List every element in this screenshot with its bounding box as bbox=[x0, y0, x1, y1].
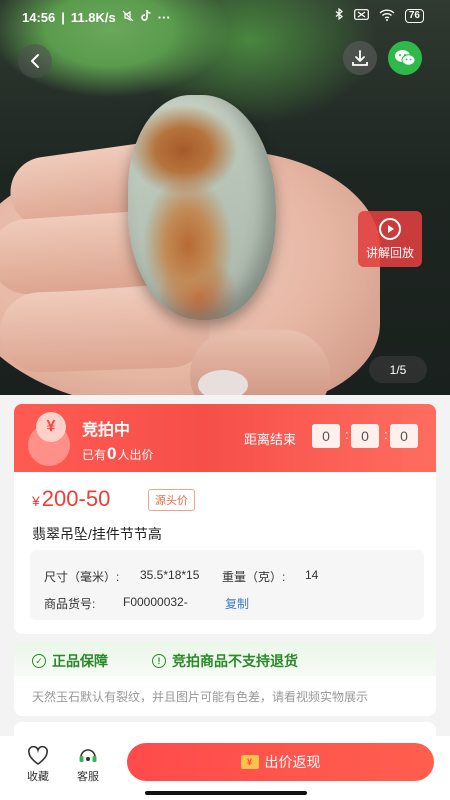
replay-icon bbox=[379, 218, 401, 240]
spec-panel: 尺寸（毫米）: 35.5*18*15 重量（克）: 14 商品货号: F0000… bbox=[30, 550, 424, 620]
countdown-minutes: 0 bbox=[351, 424, 379, 448]
download-button[interactable] bbox=[343, 41, 377, 75]
authentic-guarantee: ✓ 正品保障 bbox=[32, 651, 108, 671]
more-status-icon: ··· bbox=[157, 9, 171, 25]
photo-page-indicator: 1/5 bbox=[369, 356, 427, 383]
countdown-seconds: 0 bbox=[390, 424, 418, 448]
explain-replay-button[interactable]: 讲解回放 bbox=[358, 211, 422, 267]
mute-icon bbox=[122, 10, 134, 25]
size-label: 尺寸（毫米）: bbox=[44, 570, 120, 584]
check-circle-icon: ✓ bbox=[32, 654, 46, 668]
auction-status-banner: ¥ 竞拍中 已有 0 人出价 距离结束 0 : 0 : 0 bbox=[14, 404, 436, 472]
battery-icon: 76 bbox=[404, 9, 424, 23]
wechat-share-button[interactable] bbox=[388, 41, 422, 75]
chevron-left-icon bbox=[31, 54, 39, 68]
coupon-icon: ¥ bbox=[240, 755, 259, 769]
price: ¥ 200-50 bbox=[32, 486, 110, 512]
status-bar: 14:56 | 11.8K/s ··· 76 bbox=[0, 0, 450, 34]
service-label: 客服 bbox=[77, 771, 99, 783]
replay-label: 讲解回放 bbox=[365, 246, 414, 260]
jade-disclaimer: 天然玉石默认有裂纹，并且图片可能有色差，请看视频实物展示 bbox=[32, 690, 369, 704]
bid-count: 0 bbox=[107, 444, 117, 463]
headset-icon bbox=[79, 749, 97, 762]
price-symbol: ¥ bbox=[32, 493, 40, 509]
wifi-icon bbox=[379, 8, 395, 24]
product-title: 翡翠吊坠/挂件节节高 bbox=[32, 526, 162, 542]
weight-value: 14 bbox=[305, 568, 319, 582]
size-value: 35.5*18*15 bbox=[140, 568, 200, 582]
wechat-icon bbox=[395, 50, 416, 66]
auction-status: 竞拍中 bbox=[82, 422, 131, 439]
heart-icon bbox=[28, 746, 48, 765]
bluetooth-icon bbox=[334, 7, 344, 24]
home-indicator bbox=[145, 791, 307, 795]
product-info-card: ¥ 200-50 源头价 翡翠吊坠/挂件节节高 尺寸（毫米）: 35.5*18*… bbox=[14, 472, 436, 634]
download-icon bbox=[352, 50, 368, 66]
weight-label: 重量（克）: bbox=[222, 570, 286, 584]
no-return-notice: ! 竞拍商品不支持退货 bbox=[152, 651, 298, 671]
price-range: 200-50 bbox=[41, 486, 111, 511]
exclamation-circle-icon: ! bbox=[152, 654, 166, 668]
countdown-hours: 0 bbox=[312, 424, 340, 448]
back-button[interactable] bbox=[18, 44, 52, 78]
countdown-label: 距离结束 bbox=[244, 432, 297, 447]
coin-icon: ¥ bbox=[36, 412, 66, 442]
favorite-button[interactable]: 收藏 bbox=[18, 746, 58, 784]
bid-cashback-button[interactable]: ¥ 出价返现 bbox=[127, 743, 434, 781]
bid-count-text: 已有 0 人出价 bbox=[82, 444, 154, 463]
jade-pendant-image bbox=[128, 95, 276, 320]
guarantee-card: ✓ 正品保障 ! 竞拍商品不支持退货 天然玉石默认有裂纹，并且图片可能有色差，请… bbox=[14, 642, 436, 716]
product-photo[interactable] bbox=[0, 0, 450, 395]
status-time: 14:56 bbox=[22, 9, 56, 25]
source-price-tag: 源头价 bbox=[148, 489, 195, 511]
sku-label: 商品货号: bbox=[44, 597, 96, 611]
sku-value: F00000032- bbox=[123, 595, 188, 609]
sim-icon bbox=[353, 9, 369, 23]
favorite-label: 收藏 bbox=[27, 771, 49, 783]
network-speed: 11.8K/s bbox=[70, 9, 116, 25]
bid-button-label: 出价返现 bbox=[264, 754, 321, 770]
copy-sku-button[interactable]: 复制 bbox=[225, 595, 249, 612]
auction-detail-page: 14:56 | 11.8K/s ··· 76 讲解回放 1/5 ¥ 竞拍中 已有… bbox=[0, 0, 450, 800]
customer-service-button[interactable]: 客服 bbox=[68, 746, 108, 784]
tiktok-icon bbox=[140, 9, 152, 25]
